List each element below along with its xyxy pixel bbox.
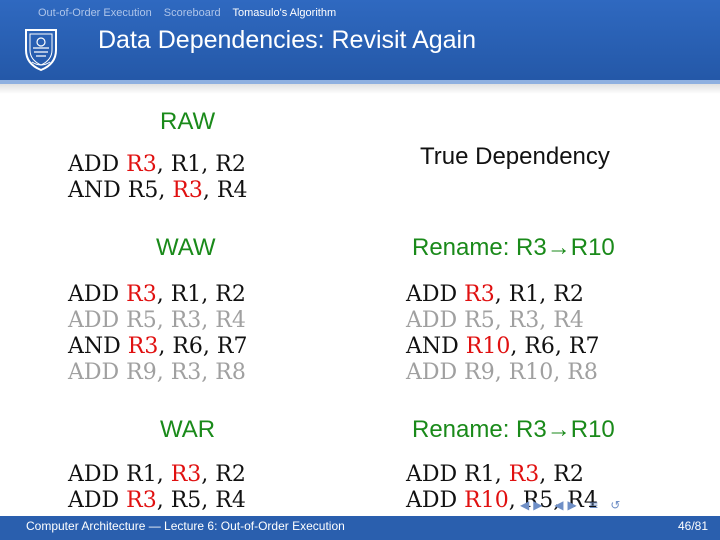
code-text: ADD R9, R3, R8 <box>68 360 246 385</box>
slide-header: Out-of-Order Execution Scoreboard Tomasu… <box>0 0 720 84</box>
code-line: ADD R9, R3, R8 <box>68 360 247 386</box>
register-highlight: R3 <box>172 178 203 203</box>
code-text: , R1, R2 <box>494 282 584 307</box>
code-text: , R2 <box>539 462 584 487</box>
waw-heading: WAW <box>156 234 216 261</box>
register-highlight: R3 <box>126 152 157 177</box>
register-highlight: R3 <box>170 462 202 487</box>
code-line: AND R3, R6, R7 <box>68 334 247 360</box>
code-text: , R4 <box>202 178 248 203</box>
nav-item-tomasulo[interactable]: Tomasulo's Algorithm <box>233 7 337 19</box>
register-highlight: R3 <box>126 282 157 307</box>
code-text: AND R5, <box>68 178 173 203</box>
raw-note: True Dependency <box>420 143 610 170</box>
nav-item-scoreboard[interactable]: Scoreboard <box>164 7 221 19</box>
code-text: , R1, R2 <box>156 282 246 307</box>
code-line: ADD R9, R10, R8 <box>406 360 599 386</box>
waw-code: ADD R3, R1, R2 ADD R5, R3, R4 AND R3, R6, … <box>68 282 247 386</box>
code-line: ADD R3, R1, R2 <box>406 282 599 308</box>
register-highlight: R10 <box>464 488 509 513</box>
code-text: ADD <box>406 282 465 307</box>
code-text: ADD <box>68 282 127 307</box>
code-text: , R2 <box>201 462 246 487</box>
raw-code: ADD R3, R1, R2 AND R5, R3, R4 <box>68 152 247 204</box>
code-text: , R1, R2 <box>156 152 246 177</box>
register-highlight: R10 <box>465 334 511 359</box>
waw-rename-code: ADD R3, R1, R2 ADD R5, R3, R4 AND R10, R6,… <box>406 282 599 386</box>
code-text: ADD R1, <box>68 462 171 487</box>
register-highlight: R3 <box>508 462 540 487</box>
code-text: , R6, R7 <box>158 334 248 359</box>
section-nav: Out-of-Order Execution Scoreboard Tomasu… <box>38 7 345 19</box>
raw-heading: RAW <box>160 108 216 135</box>
code-text: ADD R5, R3, R4 <box>406 308 584 333</box>
register-highlight: R3 <box>464 282 495 307</box>
register-highlight: R3 <box>126 488 157 513</box>
war-code: ADD R1, R3, R2 ADD R3, R5, R4 <box>68 462 246 514</box>
code-text: ADD R1, <box>406 462 509 487</box>
code-line: ADD R1, R3, R2 <box>406 462 598 488</box>
code-line: AND R5, R3, R4 <box>68 178 247 204</box>
code-line: ADD R3, R1, R2 <box>68 152 247 178</box>
code-line: ADD R5, R3, R4 <box>68 308 247 334</box>
slide-title: Data Dependencies: Revisit Again <box>98 26 477 54</box>
footer-lecture-title: Computer Architecture — Lecture 6: Out-o… <box>26 519 345 533</box>
header-shadow <box>0 84 720 94</box>
code-text: AND <box>406 334 466 359</box>
code-text: , R6, R7 <box>510 334 600 359</box>
beamer-nav-icons[interactable]: ◀▶ ◀▶ ≡ ↺ <box>520 498 624 512</box>
code-line: AND R10, R6, R7 <box>406 334 599 360</box>
war-heading: WAR <box>160 416 216 443</box>
code-text: ADD R9, R10, R8 <box>406 360 598 385</box>
university-seal-icon <box>25 29 57 72</box>
waw-rename-heading: Rename: R3→R10 <box>412 234 615 261</box>
code-line: ADD R1, R3, R2 <box>68 462 246 488</box>
code-text: ADD <box>68 488 127 513</box>
register-highlight: R3 <box>127 334 159 359</box>
war-rename-heading: Rename: R3→R10 <box>412 416 615 443</box>
code-line: ADD R3, R5, R4 <box>68 488 246 514</box>
code-text: ADD R5, R3, R4 <box>68 308 246 333</box>
code-text: ADD <box>406 488 465 513</box>
code-text: , R5, R4 <box>156 488 246 513</box>
slide-footer: Computer Architecture — Lecture 6: Out-o… <box>0 516 720 540</box>
nav-item-ooo[interactable]: Out-of-Order Execution <box>38 7 152 19</box>
code-line: ADD R5, R3, R4 <box>406 308 599 334</box>
code-text: ADD <box>68 152 127 177</box>
code-text: AND <box>68 334 128 359</box>
code-line: ADD R3, R1, R2 <box>68 282 247 308</box>
page-number: 46/81 <box>677 519 708 533</box>
